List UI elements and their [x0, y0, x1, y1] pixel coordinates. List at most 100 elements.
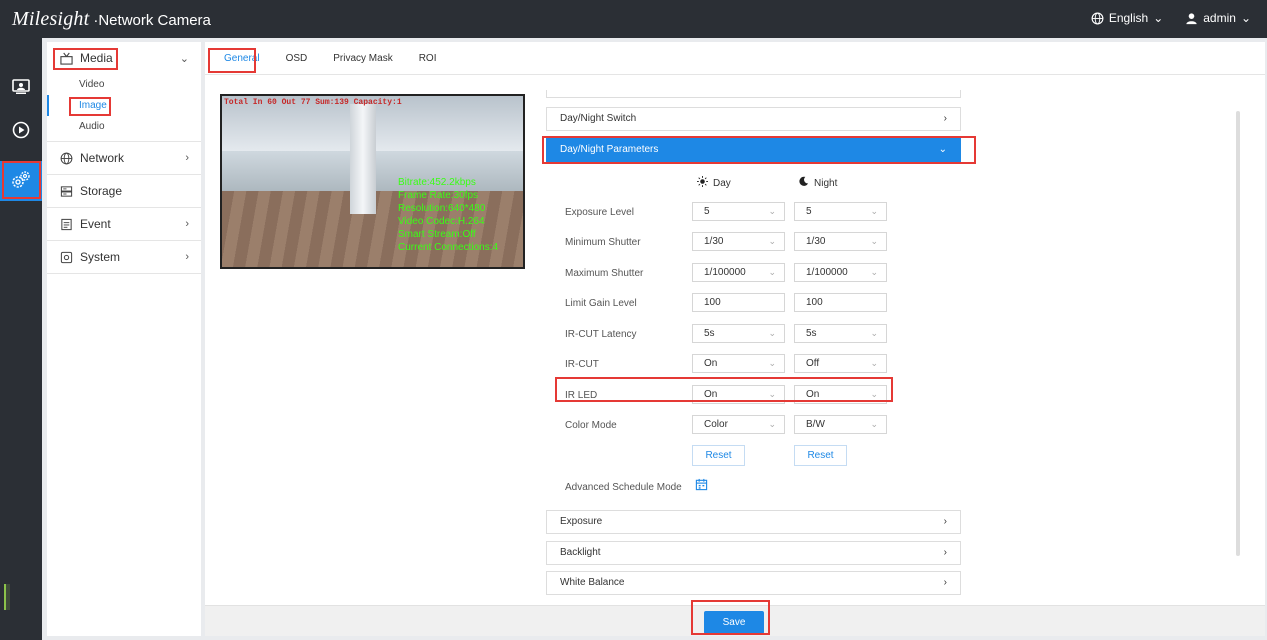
settings-icon: [10, 169, 32, 194]
limit-gain-level-day-input[interactable]: 100: [692, 293, 785, 312]
ir-cut-latency-day-select[interactable]: 5s ⌄: [692, 324, 785, 343]
section-day-night-parameters[interactable]: Day/Night Parameters ⌄: [546, 138, 961, 162]
color-mode-night-select[interactable]: B/W ⌄: [794, 415, 887, 434]
ir-cut-latency-night-select[interactable]: 5s ⌄: [794, 324, 887, 343]
chevron-down-icon: ⌄: [870, 267, 878, 277]
chevron-right-icon: ›: [185, 218, 189, 230]
osd-video-codec: Video Codec:H.264: [398, 216, 485, 227]
ir-cut-night-select[interactable]: Off ⌄: [794, 354, 887, 373]
chevron-down-icon: ⌄: [768, 267, 776, 277]
media-icon: [59, 51, 73, 65]
reset-day-button[interactable]: Reset: [692, 445, 745, 466]
top-bar: Milesight ·Network Camera English ⌄ admi…: [0, 0, 1267, 38]
param-limit-gain-level-label: Limit Gain Level: [565, 298, 637, 309]
limit-gain-level-night-input[interactable]: 100: [794, 293, 887, 312]
menu-group-network: Network ›: [47, 142, 201, 175]
tab-roi[interactable]: ROI: [410, 42, 446, 75]
minimum-shutter-day-select[interactable]: 1/30 ⌄: [692, 232, 785, 251]
tab-privacy-mask[interactable]: Privacy Mask: [324, 42, 401, 75]
tab-general[interactable]: General: [215, 42, 269, 75]
menu-item-video[interactable]: Video: [47, 74, 201, 95]
menu-system[interactable]: System ›: [47, 241, 201, 273]
live-view-button[interactable]: [0, 68, 42, 108]
brand-name: Milesight: [12, 8, 90, 30]
menu-storage[interactable]: Storage: [47, 175, 201, 207]
chevron-right-icon: ›: [185, 251, 189, 263]
exposure-level-day-select[interactable]: 5 ⌄: [692, 202, 785, 221]
settings-button[interactable]: [0, 161, 42, 201]
section-exposure-label: Exposure: [560, 516, 603, 527]
field-value: 100: [704, 297, 721, 308]
save-button[interactable]: Save: [704, 611, 764, 634]
video-preview[interactable]: Total In 60 Out 77 Sum:139 Capacity:1 Bi…: [220, 94, 525, 269]
footer-bar: Save: [205, 605, 1265, 636]
section-white-balance[interactable]: White Balance ›: [546, 571, 961, 595]
scrollbar[interactable]: [1236, 111, 1240, 556]
menu-media[interactable]: Media ⌄: [47, 42, 201, 74]
main-panel: Media ⌄ Video Image Audio Network › Stor…: [42, 38, 1267, 640]
osd-frame-rate: Frame Rate:30fps: [398, 190, 479, 201]
ir-led-day-select[interactable]: On ⌄: [692, 385, 785, 404]
color-mode-day-select[interactable]: Color ⌄: [692, 415, 785, 434]
field-value: On: [704, 358, 718, 369]
chevron-down-icon: ⌄: [768, 236, 776, 246]
field-value: 5s: [806, 328, 817, 339]
menu-group-media: Media ⌄ Video Image Audio: [47, 42, 201, 142]
user-icon: [1185, 12, 1198, 25]
chevron-down-icon: ⌄: [768, 389, 776, 399]
param-exposure-level-label: Exposure Level: [565, 207, 634, 218]
menu-storage-label: Storage: [80, 184, 123, 198]
reset-night-button[interactable]: Reset: [794, 445, 847, 466]
section-day-night-switch-label: Day/Night Switch: [560, 113, 637, 124]
osd-counter-text: Total In 60 Out 77 Sum:139 Capacity:1: [224, 98, 402, 107]
section-day-night-switch[interactable]: Day/Night Switch ›: [546, 107, 961, 131]
product-name: ·Network Camera: [93, 12, 211, 29]
chevron-down-icon: ⌄: [768, 358, 776, 368]
section-exposure[interactable]: Exposure ›: [546, 510, 961, 534]
ir-cut-day-select[interactable]: On ⌄: [692, 354, 785, 373]
section-backlight[interactable]: Backlight ›: [546, 541, 961, 565]
menu-network[interactable]: Network ›: [47, 142, 201, 174]
section-day-night-parameters-label: Day/Night Parameters: [560, 144, 659, 155]
logo: Milesight ·Network Camera: [12, 8, 211, 31]
ir-led-night-select[interactable]: On ⌄: [794, 385, 887, 404]
field-value: 1/30: [806, 236, 826, 247]
scene-pillar: [350, 104, 376, 214]
field-value: 100: [806, 297, 823, 308]
param-ir-cut-label: IR-CUT: [565, 359, 599, 370]
chevron-down-icon: ⌄: [179, 53, 189, 65]
exposure-level-night-select[interactable]: 5 ⌄: [794, 202, 887, 221]
menu-event[interactable]: Event ›: [47, 208, 201, 240]
tab-osd[interactable]: OSD: [277, 42, 317, 75]
field-value: Color: [704, 419, 728, 430]
icon-rail: [0, 38, 42, 640]
section-backlight-label: Backlight: [560, 547, 601, 558]
calendar-icon[interactable]: [695, 478, 708, 494]
language-selector[interactable]: English ⌄: [1091, 11, 1163, 25]
playback-button[interactable]: [0, 111, 42, 151]
menu-event-label: Event: [80, 217, 111, 231]
maximum-shutter-day-select[interactable]: 1/100000 ⌄: [692, 263, 785, 282]
menu-group-storage: Storage: [47, 175, 201, 208]
field-value: On: [704, 389, 718, 400]
menu-item-image[interactable]: Image: [47, 95, 201, 116]
chevron-down-icon: ⌄: [870, 419, 878, 429]
field-value: On: [806, 389, 820, 400]
column-day: Day: [697, 176, 731, 190]
osd-resolution: Resolution:640*480: [398, 203, 486, 214]
system-icon: [59, 250, 73, 264]
advanced-schedule-mode-label: Advanced Schedule Mode: [565, 482, 682, 493]
section-bar-partial: [546, 90, 961, 98]
menu-item-audio[interactable]: Audio: [47, 116, 201, 137]
osd-stream-info: Bitrate:452.2kbps Frame Rate:30fps Resol…: [398, 176, 498, 254]
user-menu[interactable]: admin ⌄: [1185, 11, 1251, 25]
maximum-shutter-night-select[interactable]: 1/100000 ⌄: [794, 263, 887, 282]
chevron-down-icon: ⌄: [768, 328, 776, 338]
menu-group-system: System ›: [47, 241, 201, 274]
chevron-down-icon: ⌄: [870, 328, 878, 338]
sun-icon: [697, 176, 708, 190]
chevron-right-icon: ›: [943, 113, 947, 124]
osd-bitrate: Bitrate:452.2kbps: [398, 177, 476, 188]
minimum-shutter-night-select[interactable]: 1/30 ⌄: [794, 232, 887, 251]
chevron-right-icon: ›: [943, 577, 947, 588]
